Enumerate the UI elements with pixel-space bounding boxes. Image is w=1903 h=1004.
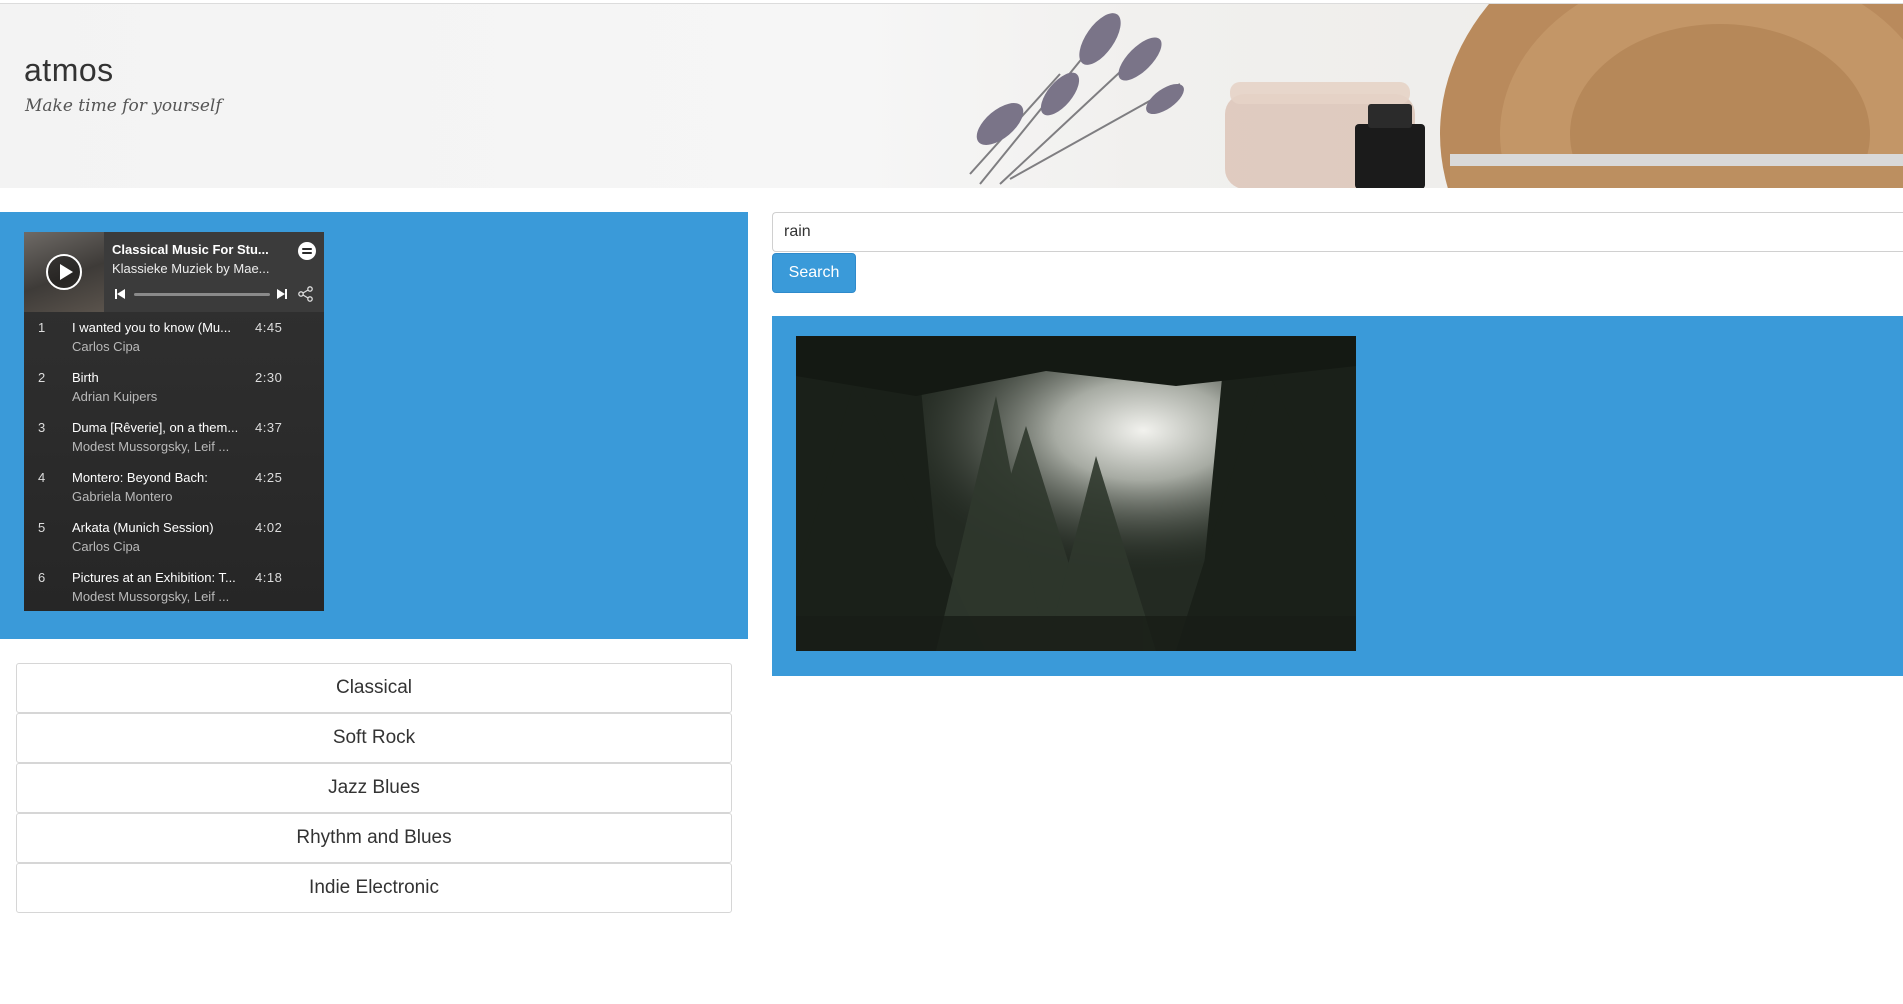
playlist-title[interactable]: Classical Music For Stu... bbox=[112, 242, 292, 257]
next-track-icon[interactable] bbox=[276, 288, 288, 300]
track-row[interactable]: 4 Montero: Beyond Bach: Gabriela Montero… bbox=[24, 462, 324, 512]
header-banner: atmos Make time for yourself bbox=[0, 3, 1903, 188]
brand-tagline: Make time for yourself bbox=[25, 96, 222, 116]
share-icon[interactable] bbox=[298, 286, 314, 302]
genre-button-jazz-blues[interactable]: Jazz Blues bbox=[16, 763, 732, 813]
track-duration: 4:18 bbox=[255, 570, 283, 585]
track-duration: 4:37 bbox=[255, 420, 283, 435]
brand-title: atmos bbox=[24, 52, 114, 88]
video-panel bbox=[772, 316, 1903, 676]
track-number: 2 bbox=[38, 370, 46, 385]
track-row[interactable]: 3 Duma [Rêverie], on a them... Modest Mu… bbox=[24, 412, 324, 462]
genre-list: Classical Soft Rock Jazz Blues Rhythm an… bbox=[16, 663, 732, 913]
spotify-embed-player[interactable]: Classical Music For Stu... Klassieke Muz… bbox=[24, 232, 324, 611]
track-number: 5 bbox=[38, 520, 46, 535]
play-icon[interactable] bbox=[46, 254, 82, 290]
genre-button-soft-rock[interactable]: Soft Rock bbox=[16, 713, 732, 763]
track-duration: 4:02 bbox=[255, 520, 283, 535]
track-row[interactable]: 6 Pictures at an Exhibition: T... Modest… bbox=[24, 562, 324, 611]
track-name: I wanted you to know (Mu... bbox=[72, 320, 231, 335]
track-name: Arkata (Munich Session) bbox=[72, 520, 214, 535]
header-decor-image bbox=[969, 4, 1903, 188]
forest-video-frame bbox=[796, 336, 1356, 651]
previous-track-icon[interactable] bbox=[114, 288, 126, 300]
player-panel: Classical Music For Stu... Klassieke Muz… bbox=[0, 212, 748, 639]
track-row[interactable]: 1 I wanted you to know (Mu... Carlos Cip… bbox=[24, 312, 324, 362]
track-name: Pictures at an Exhibition: T... bbox=[72, 570, 236, 585]
track-number: 4 bbox=[38, 470, 46, 485]
track-row[interactable]: 2 Birth Adrian Kuipers 2:30 bbox=[24, 362, 324, 412]
track-number: 3 bbox=[38, 420, 46, 435]
playlist-cover-image bbox=[24, 232, 104, 312]
track-artist: Modest Mussorgsky, Leif ... bbox=[72, 589, 230, 604]
search-button[interactable]: Search bbox=[772, 253, 856, 293]
track-list: 1 I wanted you to know (Mu... Carlos Cip… bbox=[24, 312, 324, 611]
playback-controls bbox=[112, 286, 316, 302]
track-artist: Modest Mussorgsky, Leif ... bbox=[72, 439, 230, 454]
track-artist: Adrian Kuipers bbox=[72, 389, 158, 404]
playlist-subtitle[interactable]: Klassieke Muziek by Mae... bbox=[112, 261, 292, 276]
track-name: Duma [Rêverie], on a them... bbox=[72, 420, 239, 435]
track-name: Montero: Beyond Bach: bbox=[72, 470, 208, 485]
spotify-logo-icon[interactable] bbox=[298, 242, 316, 260]
progress-bar[interactable] bbox=[134, 293, 270, 296]
track-artist: Carlos Cipa bbox=[72, 539, 140, 554]
track-number: 6 bbox=[38, 570, 46, 585]
video-player[interactable] bbox=[796, 336, 1356, 651]
track-duration: 2:30 bbox=[255, 370, 283, 385]
genre-button-classical[interactable]: Classical bbox=[16, 663, 732, 713]
track-number: 1 bbox=[38, 320, 46, 335]
track-artist: Gabriela Montero bbox=[72, 489, 173, 504]
track-artist: Carlos Cipa bbox=[72, 339, 140, 354]
genre-button-indie-electronic[interactable]: Indie Electronic bbox=[16, 863, 732, 913]
genre-button-rhythm-and-blues[interactable]: Rhythm and Blues bbox=[16, 813, 732, 863]
track-row[interactable]: 5 Arkata (Munich Session) Carlos Cipa 4:… bbox=[24, 512, 324, 562]
player-header: Classical Music For Stu... Klassieke Muz… bbox=[24, 232, 324, 312]
search-input[interactable] bbox=[772, 212, 1903, 252]
track-duration: 4:25 bbox=[255, 470, 283, 485]
track-name: Birth bbox=[72, 370, 99, 385]
track-duration: 4:45 bbox=[255, 320, 283, 335]
